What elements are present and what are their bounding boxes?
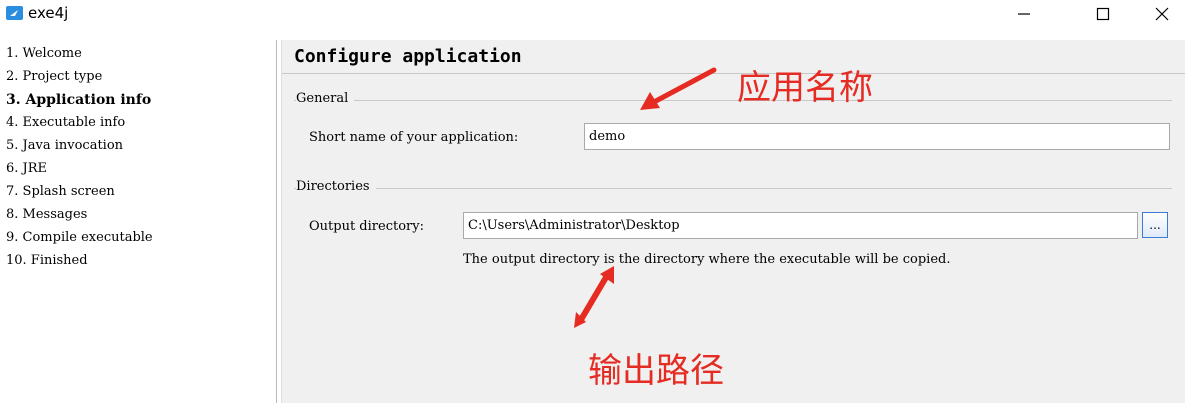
minimize-button[interactable] (1001, 0, 1047, 28)
title-bar: exe4j (0, 0, 1185, 28)
directories-section-label: Directories (296, 179, 376, 194)
output-directory-label: Output directory: (309, 219, 424, 234)
general-section-label: General (296, 91, 355, 106)
window-title: exe4j (28, 4, 69, 22)
output-directory-input[interactable] (463, 212, 1138, 239)
title-divider (282, 73, 1185, 74)
annotation-arrow-output-path (574, 266, 614, 328)
step-java-invocation[interactable]: 5. Java invocation (6, 138, 123, 154)
close-button[interactable] (1139, 0, 1185, 28)
short-name-input[interactable] (584, 123, 1170, 150)
annotation-app-name: 应用名称 (737, 68, 873, 108)
step-messages[interactable]: 8. Messages (6, 207, 87, 223)
directories-section-line (294, 188, 1172, 189)
wizard-steps-sidebar: 1. Welcome 2. Project type 3. Applicatio… (0, 40, 277, 403)
step-welcome[interactable]: 1. Welcome (6, 46, 82, 62)
browse-button[interactable]: ... (1142, 212, 1168, 238)
exe4j-app-icon (6, 6, 23, 20)
main-panel: Configure application General Short name… (281, 40, 1185, 403)
step-compile-executable[interactable]: 9. Compile executable (6, 230, 153, 246)
maximize-icon (1096, 7, 1110, 21)
short-name-label: Short name of your application: (309, 130, 519, 145)
annotation-arrow-app-name (640, 67, 717, 110)
page-title: Configure application (294, 46, 522, 67)
step-splash-screen[interactable]: 7. Splash screen (6, 184, 115, 200)
output-directory-hint: The output directory is the directory wh… (463, 252, 951, 267)
general-section-line (294, 100, 1172, 101)
minimize-icon (1018, 13, 1030, 15)
step-finished[interactable]: 10. Finished (6, 253, 88, 269)
step-executable-info[interactable]: 4. Executable info (6, 115, 125, 131)
step-project-type[interactable]: 2. Project type (6, 69, 102, 85)
close-icon (1155, 7, 1169, 21)
maximize-button[interactable] (1080, 0, 1126, 28)
step-application-info[interactable]: 3. Application info (6, 92, 151, 108)
annotation-output-path: 输出路径 (588, 351, 724, 391)
step-jre[interactable]: 6. JRE (6, 161, 47, 177)
